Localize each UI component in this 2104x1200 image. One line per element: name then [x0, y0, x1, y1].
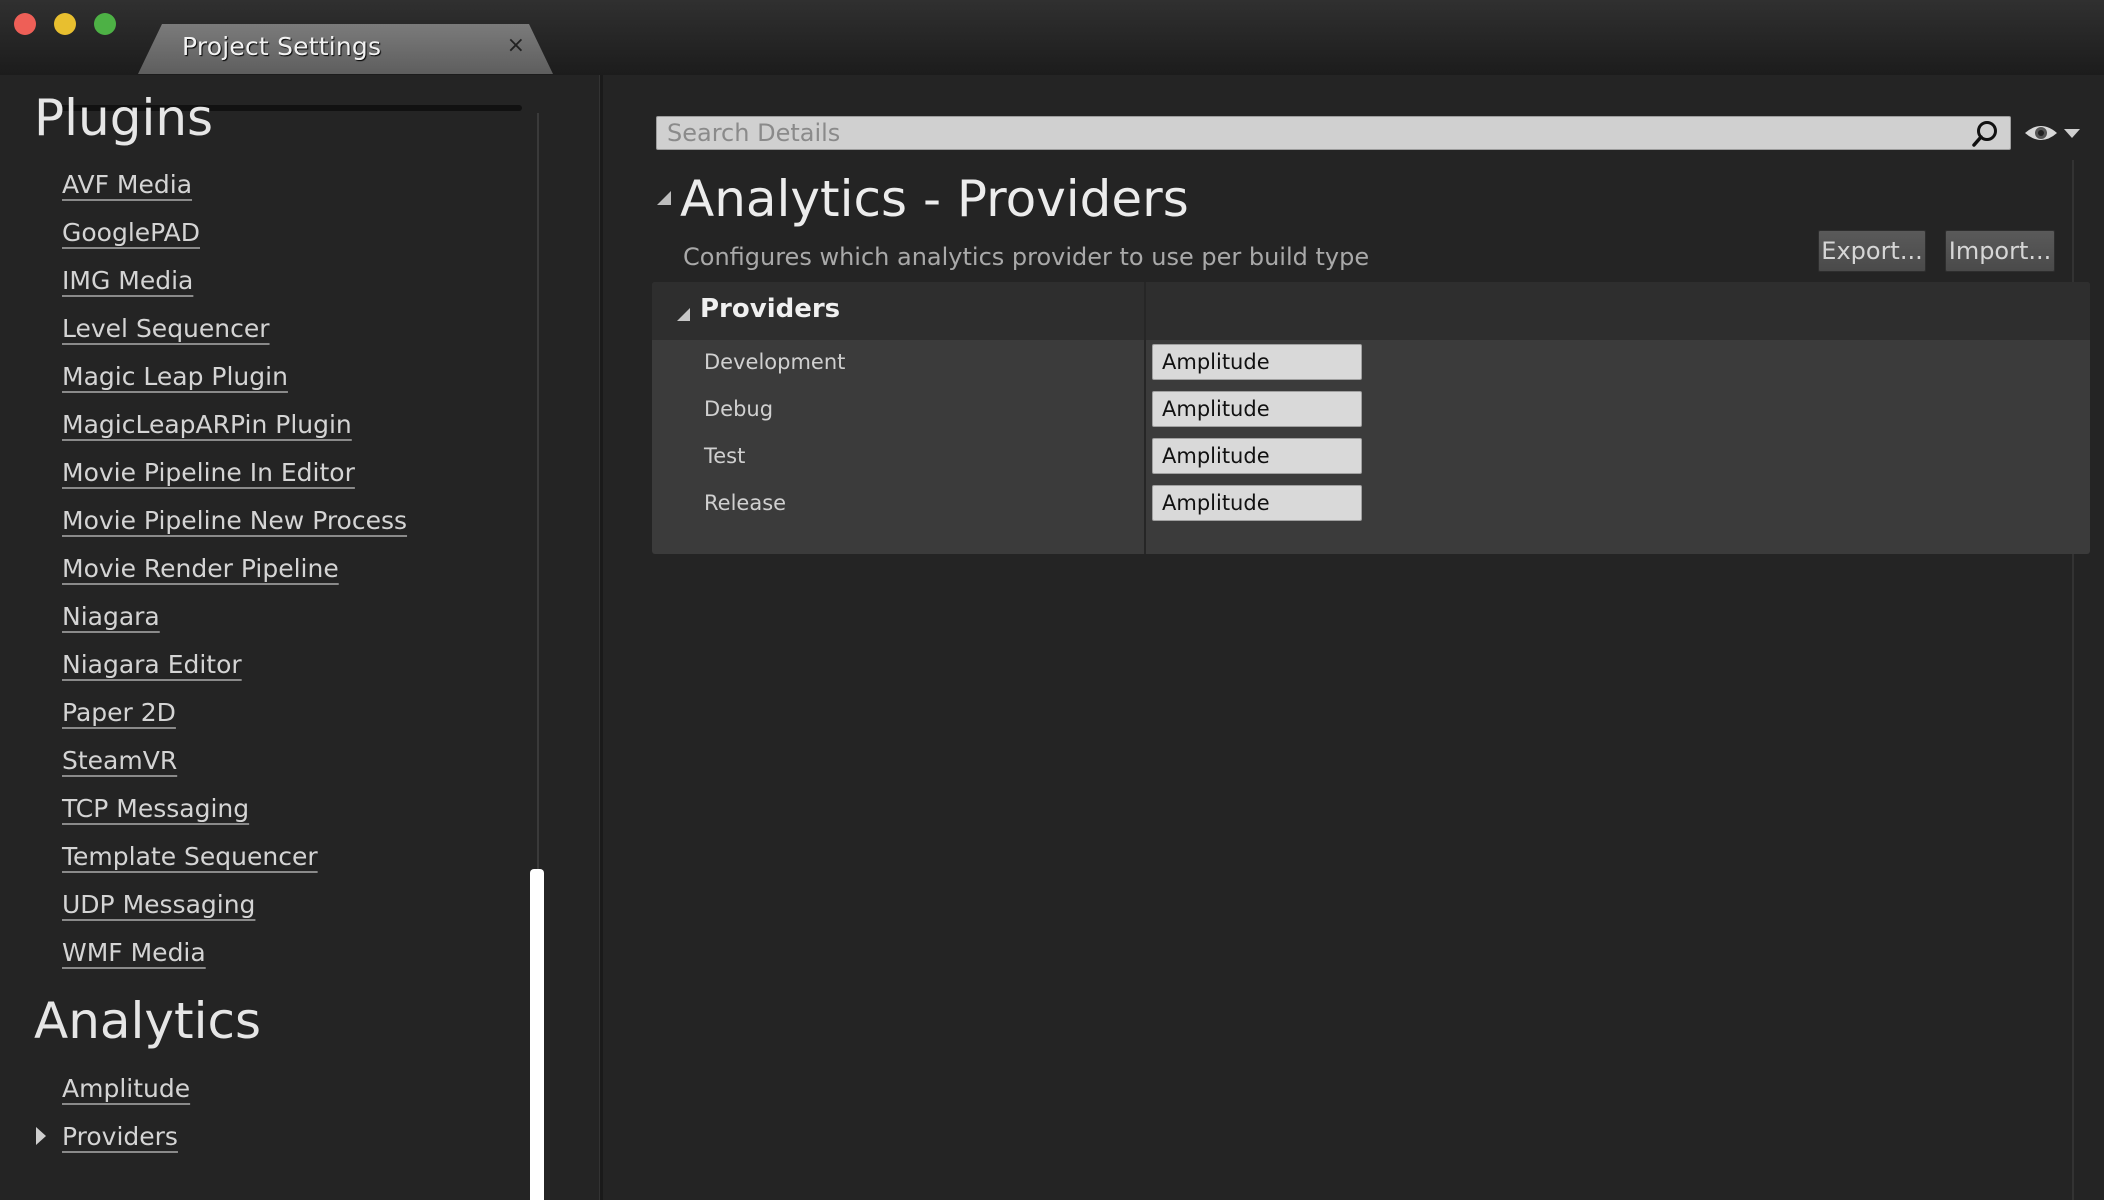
property-label: Development — [704, 350, 846, 374]
sidebar-item-amplitude[interactable]: Amplitude — [62, 1074, 190, 1103]
maximize-window-button[interactable] — [94, 13, 116, 35]
sidebar-item-level-sequencer[interactable]: Level Sequencer — [62, 314, 270, 343]
property-label: Release — [704, 491, 787, 515]
settings-sidebar: Plugins AVF Media GooglePAD IMG Media Le… — [0, 75, 600, 1200]
eye-icon[interactable] — [2024, 122, 2058, 144]
sidebar-item-movie-pipeline-in-editor[interactable]: Movie Pipeline In Editor — [62, 458, 355, 487]
property-value-field[interactable]: Amplitude — [1152, 438, 1362, 474]
sidebar-item-steamvr[interactable]: SteamVR — [62, 746, 177, 775]
property-label: Debug — [704, 397, 774, 421]
property-row-development: Development Amplitude — [652, 340, 2090, 387]
sidebar-item-googlepad[interactable]: GooglePAD — [62, 218, 200, 247]
property-label: Test — [704, 444, 746, 468]
property-row-test: Test Amplitude — [652, 434, 2090, 481]
sidebar-item-tcp-messaging[interactable]: TCP Messaging — [62, 794, 249, 823]
property-value-field[interactable]: Amplitude — [1152, 344, 1362, 380]
export-button[interactable]: Export... — [1818, 230, 1926, 272]
sidebar-item-niagara-editor[interactable]: Niagara Editor — [62, 650, 242, 679]
title-bar: Project Settings × — [0, 0, 2104, 75]
section-title: Analytics - Providers — [680, 170, 1189, 228]
sidebar-item-wmf-media[interactable]: WMF Media — [62, 938, 206, 967]
sidebar-item-magic-leap-plugin[interactable]: Magic Leap Plugin — [62, 362, 288, 391]
tab-project-settings[interactable]: Project Settings × — [138, 24, 553, 74]
sidebar-scrollbar-thumb[interactable] — [530, 869, 544, 1200]
sidebar-item-img-media[interactable]: IMG Media — [62, 266, 193, 295]
sidebar-item-magicleaparpin-plugin[interactable]: MagicLeapARPin Plugin — [62, 410, 352, 439]
analytics-heading: Analytics — [34, 992, 262, 1050]
chevron-down-icon[interactable] — [2064, 129, 2080, 138]
sidebar-item-movie-render-pipeline[interactable]: Movie Render Pipeline — [62, 554, 339, 583]
property-row-release: Release Amplitude — [652, 481, 2090, 528]
collapse-arrow-icon[interactable] — [677, 308, 690, 321]
minimize-window-button[interactable] — [54, 13, 76, 35]
providers-category: Providers Development Amplitude Debug Am… — [652, 282, 2090, 554]
close-window-button[interactable] — [14, 13, 36, 35]
search-details-box[interactable] — [656, 116, 2011, 150]
import-button[interactable]: Import... — [1945, 230, 2055, 272]
section-description: Configures which analytics provider to u… — [683, 243, 1370, 271]
collapse-arrow-icon[interactable] — [657, 191, 671, 205]
search-icon[interactable] — [1970, 119, 2000, 149]
sidebar-item-avf-media[interactable]: AVF Media — [62, 170, 192, 199]
category-header[interactable]: Providers — [652, 282, 2090, 340]
sidebar-item-movie-pipeline-new-process[interactable]: Movie Pipeline New Process — [62, 506, 407, 535]
sidebar-item-udp-messaging[interactable]: UDP Messaging — [62, 890, 255, 919]
sidebar-item-paper-2d[interactable]: Paper 2D — [62, 698, 176, 727]
plugins-heading: Plugins — [34, 89, 214, 147]
sidebar-item-providers[interactable]: Providers — [62, 1122, 178, 1151]
tab-title: Project Settings — [182, 32, 382, 61]
property-value-field[interactable]: Amplitude — [1152, 485, 1362, 521]
property-row-debug: Debug Amplitude — [652, 387, 2090, 434]
sidebar-item-niagara[interactable]: Niagara — [62, 602, 160, 631]
panel-splitter[interactable] — [599, 75, 603, 1200]
tab-close-icon[interactable]: × — [507, 33, 525, 58]
search-input[interactable] — [665, 119, 1965, 147]
expand-arrow-icon[interactable] — [36, 1127, 46, 1145]
property-value-field[interactable]: Amplitude — [1152, 391, 1362, 427]
category-title: Providers — [700, 294, 841, 324]
sidebar-item-template-sequencer[interactable]: Template Sequencer — [62, 842, 318, 871]
